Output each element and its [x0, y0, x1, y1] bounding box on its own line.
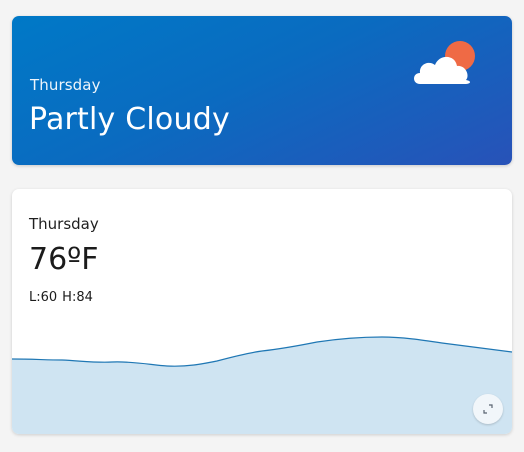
forecast-summary-card[interactable]: Thursday Partly Cloudy [12, 16, 512, 165]
expand-icon [483, 404, 493, 414]
temperature-value: 76ºF [29, 242, 99, 277]
detail-day-label: Thursday [29, 215, 99, 233]
forecast-detail-card[interactable]: Thursday 76ºF L:60 H:84 [12, 189, 512, 434]
condition-label: Partly Cloudy [29, 102, 230, 137]
temperature-sparkline [12, 336, 512, 434]
low-high-range: L:60 H:84 [29, 290, 93, 305]
hero-day-label: Thursday [30, 76, 101, 94]
low-temp: L:60 [29, 290, 58, 305]
high-temp: H:84 [62, 290, 93, 305]
expand-button[interactable] [473, 394, 503, 424]
partly-cloudy-icon [414, 41, 475, 84]
weather-page: Thursday Partly Cloudy Thursday 76ºF L:6… [0, 0, 524, 452]
